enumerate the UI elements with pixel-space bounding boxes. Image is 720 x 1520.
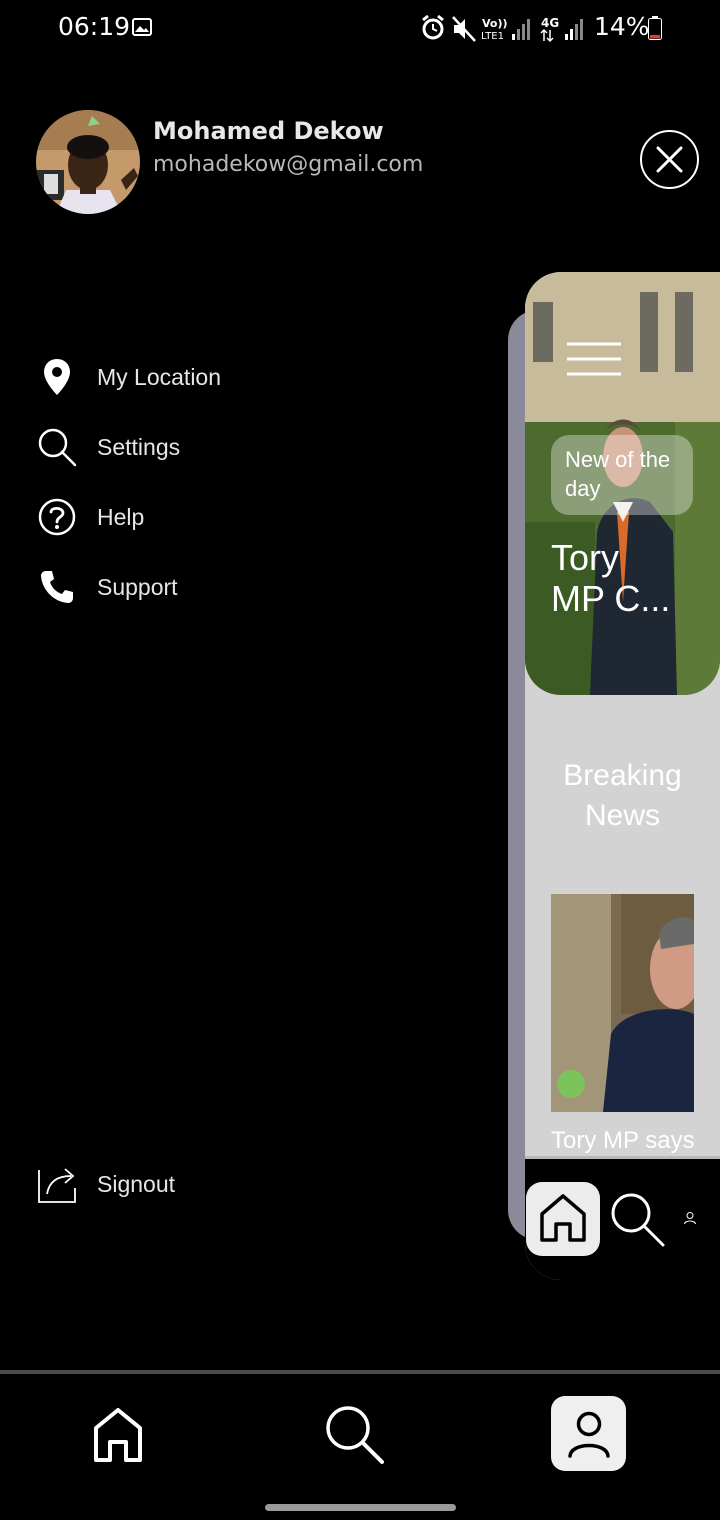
alarm-icon	[422, 14, 444, 40]
svg-text:Vo)): Vo))	[482, 17, 508, 30]
close-icon	[656, 146, 683, 173]
profile-name: Mohamed Dekow	[153, 117, 384, 145]
location-pin-icon	[36, 356, 78, 398]
signout-button[interactable]: Signout	[36, 1160, 416, 1208]
close-drawer-button[interactable]	[640, 130, 699, 189]
user-icon	[567, 1411, 610, 1458]
news-thumbnail[interactable]	[551, 894, 694, 1112]
user-icon[interactable]	[683, 1211, 697, 1225]
home-icon[interactable]	[86, 1402, 150, 1466]
gesture-bar[interactable]	[265, 1504, 456, 1511]
bottom-nav	[0, 1370, 720, 1520]
menu-icon[interactable]	[567, 342, 621, 376]
status-time: 06:19	[58, 12, 131, 41]
4g-icon: 4G	[540, 16, 559, 43]
avatar-photo	[36, 110, 140, 214]
avatar[interactable]	[36, 110, 140, 214]
search-icon[interactable]	[322, 1402, 386, 1466]
home-icon	[540, 1194, 586, 1242]
mute-icon	[452, 16, 476, 42]
menu-item-settings[interactable]: Settings	[36, 423, 416, 471]
signal-icon	[512, 19, 530, 40]
search-icon[interactable]	[609, 1191, 665, 1247]
battery-percentage: 14%	[594, 12, 650, 41]
preview-bottom-nav	[525, 1156, 720, 1280]
news-badge: New of the day	[551, 435, 693, 515]
profile-tab[interactable]	[551, 1396, 626, 1471]
news-caption: Tory MP says	[551, 1127, 695, 1154]
status-icons: Vo)) LTE1 4G	[422, 14, 583, 43]
menu-label-my-location: My Location	[97, 363, 222, 390]
signout-label: Signout	[97, 1170, 176, 1197]
main-screen-preview[interactable]: New of the day Tory MP C... Breaking New…	[525, 272, 720, 1280]
hero-title: Tory MP C...	[551, 537, 671, 619]
hero-news-card[interactable]: New of the day Tory MP C...	[525, 272, 720, 695]
news-photo	[551, 894, 694, 1112]
svg-text:4G: 4G	[541, 16, 559, 30]
share-out-icon	[36, 1163, 78, 1205]
phone-icon	[36, 566, 78, 608]
status-bar: 06:19 Vo)) LTE1 4G 14%	[0, 0, 720, 58]
image-icon	[132, 18, 152, 36]
help-circle-icon	[36, 496, 78, 538]
menu-label-settings: Settings	[97, 433, 181, 460]
battery-icon	[648, 16, 662, 40]
menu-item-my-location[interactable]: My Location	[36, 353, 416, 401]
profile-email: mohadekow@gmail.com	[153, 152, 424, 177]
section-title: Breaking News	[563, 759, 682, 832]
volte-icon: Vo)) LTE1	[481, 17, 508, 42]
preview-home-tab[interactable]	[526, 1182, 600, 1256]
svg-text:LTE1: LTE1	[481, 31, 504, 42]
menu-item-help[interactable]: Help	[36, 493, 416, 541]
signal-icon	[565, 19, 583, 40]
menu-label-help: Help	[97, 503, 145, 530]
search-icon	[36, 426, 78, 468]
menu-label-support: Support	[97, 573, 178, 600]
menu-item-support[interactable]: Support	[36, 563, 416, 611]
